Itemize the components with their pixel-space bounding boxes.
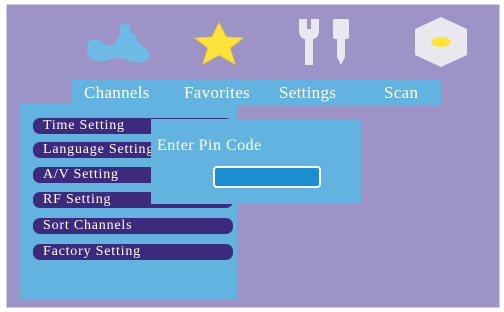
tv-screen: Channels Favorites Settings Scan Time Se…	[6, 4, 500, 308]
satellite-dish-icon[interactable]	[81, 17, 157, 67]
menu-item-factory-setting[interactable]: Factory Setting	[33, 244, 233, 260]
star-icon[interactable]	[191, 21, 247, 67]
pin-dialog-title: Enter Pin Code	[157, 137, 262, 154]
tab-favorites[interactable]: Favorites	[184, 83, 250, 103]
wrench-screwdriver-icon[interactable]	[295, 15, 357, 69]
menu-item-sort-channels[interactable]: Sort Channels	[33, 218, 233, 234]
pin-code-dialog: Enter Pin Code	[151, 119, 361, 204]
hexagon-scan-icon[interactable]	[411, 15, 471, 69]
main-menu-bar: Channels Favorites Settings Scan	[71, 80, 441, 106]
tab-scan[interactable]: Scan	[384, 83, 418, 103]
pin-input-field[interactable]	[213, 166, 321, 188]
tab-settings[interactable]: Settings	[279, 83, 336, 103]
tab-channels[interactable]: Channels	[84, 83, 150, 103]
